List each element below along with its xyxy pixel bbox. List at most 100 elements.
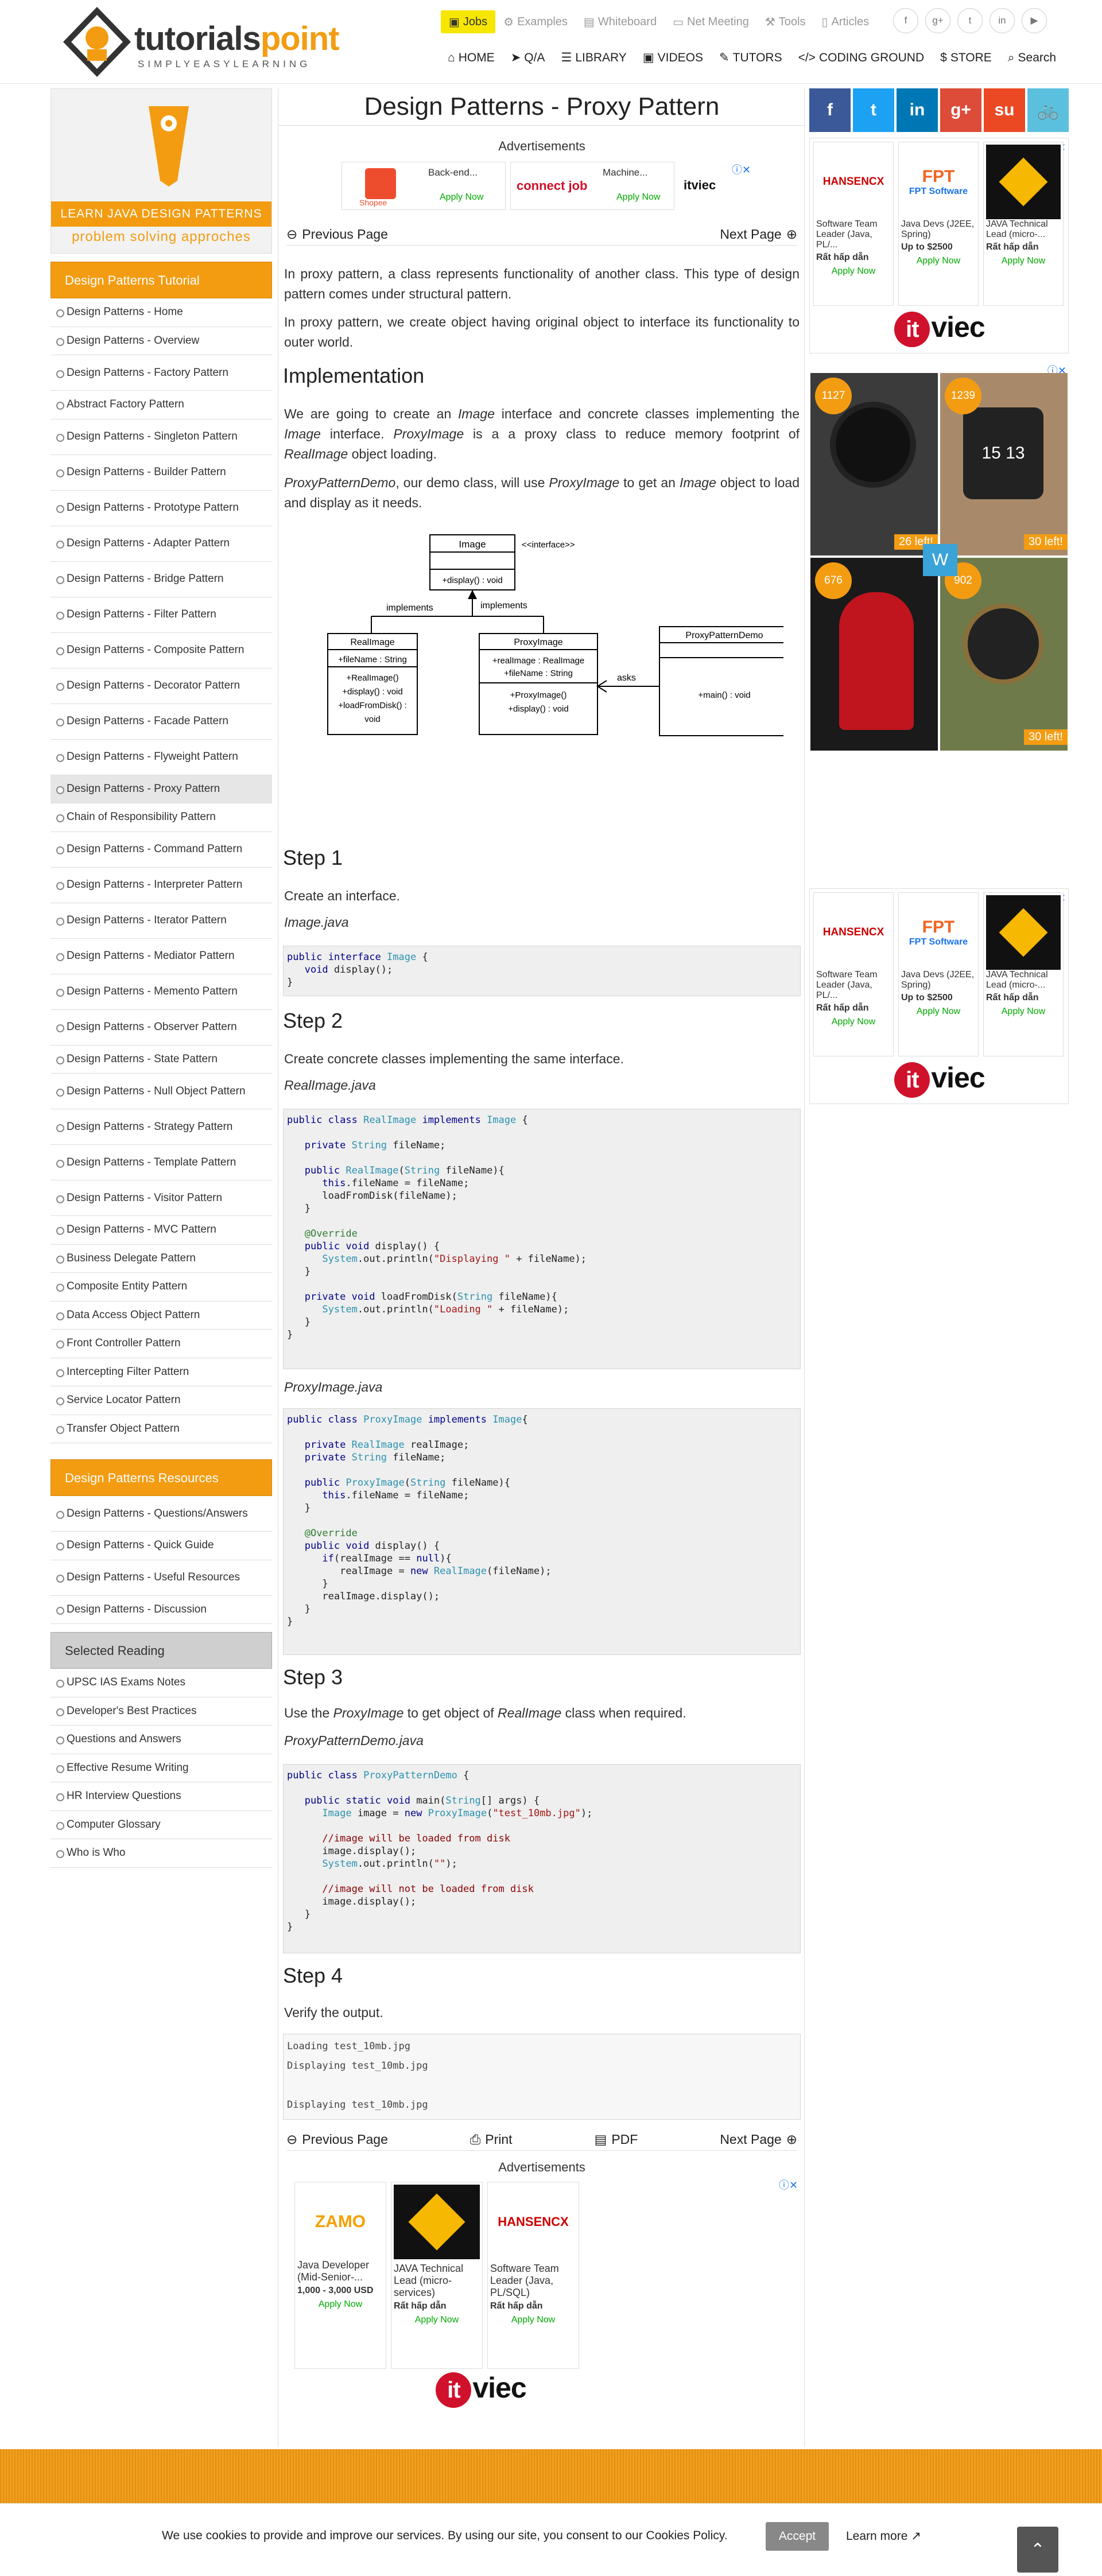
sidebar-item[interactable]: Design Patterns - Overview [51,327,272,355]
sidebar-item[interactable]: Design Patterns - Factory Pattern [51,355,272,391]
apply-button[interactable]: Apply Now [490,2315,576,2325]
sidebar-item[interactable]: Intercepting Filter Pattern [51,1358,272,1386]
nav-qa[interactable]: ➤ Q/A [511,50,545,65]
sidebar-item[interactable]: Design Patterns - Memento Pattern [51,974,272,1010]
apply-button[interactable]: Apply Now [394,2315,480,2325]
sidebar-item[interactable]: Design Patterns - Interpreter Pattern [51,868,272,903]
sidebar-item[interactable]: Design Patterns - Quick Guide [51,1532,272,1560]
sidebar-item[interactable]: Design Patterns - Template Pattern [51,1145,272,1180]
nav-tutors[interactable]: ✎ TUTORS [719,50,782,65]
itviec-logo[interactable]: it viec [810,310,1069,347]
google-plus-share-icon[interactable]: g+ [940,88,981,132]
sidebar-item[interactable]: HR Interview Questions [51,1782,272,1811]
apply-button[interactable]: Apply Now [986,1007,1061,1017]
watch-product-3[interactable]: 902 30 left! [940,558,1068,751]
cookie-learn-more-link[interactable]: Learn more ↗ [846,2529,921,2543]
nav-coding-ground[interactable]: </> CODING GROUND [798,50,925,65]
pdf-link[interactable]: ▤ PDF [595,2132,638,2147]
itviec-logo-bottom[interactable]: it viec [386,2371,576,2408]
scroll-to-top-button[interactable]: ⌃ [1017,2527,1058,2573]
previous-page-link[interactable]: ⊖ Previous Page [286,227,388,242]
apply-button[interactable]: Apply Now [901,256,976,266]
sidebar-item[interactable]: Design Patterns - Builder Pattern [51,455,272,491]
sidebar-item[interactable]: Design Patterns - Iterator Pattern [51,903,272,939]
previous-page-link-bottom[interactable]: ⊖ Previous Page [286,2132,388,2147]
code-realimage-java[interactable]: public class RealImage implements Image … [283,1109,801,1369]
facebook-share-icon[interactable]: f [809,88,851,132]
apply-button[interactable]: Apply Now [616,192,660,203]
nav-home[interactable]: ⌂ HOME [448,50,495,65]
sidebar-item[interactable]: Design Patterns - Singleton Pattern [51,419,272,455]
ad-card-java-lead[interactable]: JAVA Technical Lead (micro-services) Rất… [391,2182,483,2369]
sidebar-item[interactable]: Effective Resume Writing [51,1754,272,1782]
sidebar-item[interactable]: Design Patterns - Mediator Pattern [51,939,272,974]
apply-button[interactable]: Apply Now [816,1017,891,1027]
itviec-logo[interactable]: it viec [810,1061,1069,1098]
code-demo-java[interactable]: public class ProxyPatternDemo { public s… [283,1764,801,1953]
sidebar-item[interactable]: Who is Who [51,1839,272,1868]
next-page-link[interactable]: Next Page ⊕ [720,227,797,242]
apply-button[interactable]: Apply Now [297,2299,383,2310]
code-image-java[interactable]: public interface Image { void display();… [283,946,801,996]
sidebar-item[interactable]: Design Patterns - Proxy Pattern [51,775,272,803]
nav-videos[interactable]: ▣ VIDEOS [643,50,703,65]
sidebar-item[interactable]: Front Controller Pattern [51,1330,272,1358]
ad-choices-icon[interactable]: ⓘ✕ [779,2177,798,2192]
print-link[interactable]: ⎙ Print [470,2132,513,2147]
sidebar-item[interactable]: Design Patterns - Filter Pattern [51,597,272,633]
ad-card-java-lead[interactable]: JAVA Technical Lead (micro-... Rất hấp d… [983,142,1064,306]
ad-card-fpt[interactable]: FPT FPT Software Java Devs (J2EE, Spring)… [898,892,979,1056]
sidebar-item[interactable]: Design Patterns - MVC Pattern [51,1216,272,1245]
twitter-icon[interactable]: t [957,8,983,33]
sidebar-item[interactable]: Computer Glossary [51,1811,272,1839]
sidebar-item[interactable]: Chain of Responsibility Pattern [51,803,272,832]
ad-card-shopee[interactable]: Shopee Back-end... Apply Now [342,162,506,210]
sidebar-item[interactable]: Abstract Factory Pattern [51,391,272,419]
google-plus-icon[interactable]: g+ [925,8,950,33]
share-more-icon[interactable]: 🚲 [1027,88,1069,132]
sidebar-item[interactable]: Design Patterns - Visitor Pattern [51,1180,272,1216]
sidebar-item[interactable]: Business Delegate Pattern [51,1245,272,1273]
sidebar-item[interactable]: Design Patterns - Questions/Answers [51,1496,272,1532]
sidebar-item[interactable]: Design Patterns - Facade Pattern [51,704,272,740]
ad-choices-icon[interactable]: ⓘ✕ [732,162,751,177]
console-output[interactable]: Loading test_10mb.jpg Displaying test_10… [283,2034,801,2120]
youtube-icon[interactable]: ▶ [1022,8,1047,33]
sidebar-item[interactable]: Data Access Object Pattern [51,1301,272,1330]
nav-store[interactable]: $ STORE [940,50,992,65]
examples-link[interactable]: ⚙ Examples [495,10,576,33]
code-proxyimage-java[interactable]: public class ProxyImage implements Image… [283,1408,801,1655]
next-page-link-bottom[interactable]: Next Page ⊕ [720,2132,797,2147]
ad-card-hansencx[interactable]: HANSENCX Software Team Leader (Java, PL/… [487,2182,579,2369]
sidebar-item[interactable]: UPSC IAS Exams Notes [51,1669,272,1697]
ad-card-zamo[interactable]: ZAMO Java Developer (Mid-Senior-... 1,00… [294,2182,386,2369]
sidebar-item[interactable]: Design Patterns - State Pattern [51,1046,272,1074]
sidebar-item[interactable]: Design Patterns - Observer Pattern [51,1010,272,1046]
cookie-accept-button[interactable]: Accept [766,2522,829,2551]
top-ad-banner[interactable]: Shopee Back-end... Apply Now connect job… [342,162,751,210]
jobs-link[interactable]: ▣ Jobs [441,10,496,33]
sidebar-item[interactable]: Design Patterns - Null Object Pattern [51,1074,272,1109]
apply-button[interactable]: Apply Now [986,256,1061,266]
jacket-product[interactable]: 676 [810,558,938,751]
sidebar-item[interactable]: Questions and Answers [51,1726,272,1754]
ad-card-hansencx[interactable]: HANSENCX Software Team Leader (Java, PL/… [813,142,894,306]
apply-button[interactable]: Apply Now [816,266,891,277]
sidebar-item[interactable]: Transfer Object Pattern [51,1415,272,1443]
sidebar-item[interactable]: Design Patterns - Adapter Pattern [51,526,272,562]
watch-product-1[interactable]: 1127 26 left! [810,373,938,555]
sidebar-item[interactable]: Design Patterns - Prototype Pattern [51,491,272,526]
linkedin-share-icon[interactable]: in [897,88,938,132]
sidebar-item[interactable]: Design Patterns - Command Pattern [51,832,272,868]
site-logo[interactable]: tutorialspoint SIMPLYEASYLEARNING [60,3,340,80]
ad-card-java-lead[interactable]: JAVA Technical Lead (micro-... Rất hấp d… [983,892,1064,1056]
ad-card-connectjob[interactable]: connect job Machine... Apply Now [510,162,674,210]
stumbleupon-share-icon[interactable]: su [984,88,1025,132]
sidebar-item[interactable]: Developer's Best Practices [51,1697,272,1726]
linkedin-icon[interactable]: in [990,8,1015,33]
sidebar-item[interactable]: Design Patterns - Bridge Pattern [51,562,272,597]
sidebar-item[interactable]: Design Patterns - Flyweight Pattern [51,740,272,775]
apply-button[interactable]: Apply Now [901,1007,976,1017]
net-meeting-link[interactable]: ▭ Net Meeting [665,10,757,33]
sidebar-item[interactable]: Service Locator Pattern [51,1386,272,1415]
